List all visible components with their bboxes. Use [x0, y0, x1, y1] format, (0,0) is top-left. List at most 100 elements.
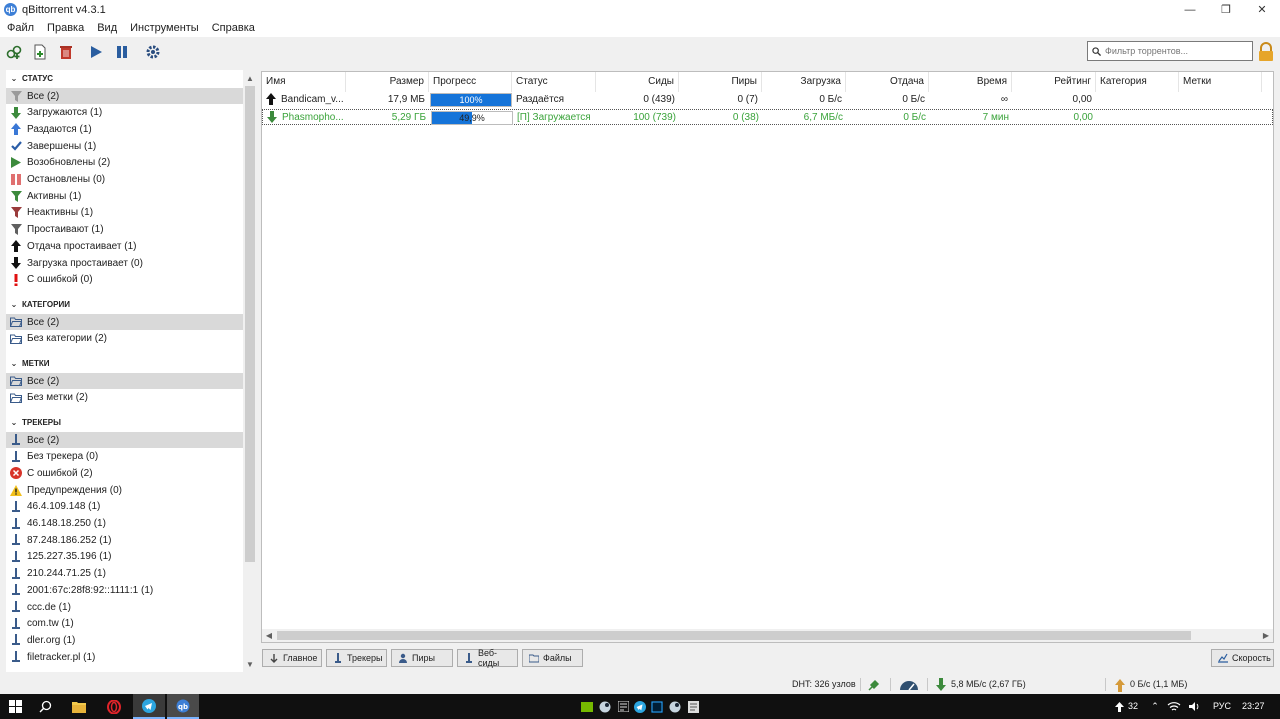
close-button[interactable]: ✕: [1244, 0, 1280, 19]
tag-filter-item[interactable]: Все (2): [6, 373, 243, 389]
tracker-filter-item[interactable]: Без трекера (0): [6, 449, 243, 465]
tag-filter-item[interactable]: Без метки (2): [6, 390, 243, 406]
status-filter-item[interactable]: Активны (1): [6, 188, 243, 204]
tracker-filter-item[interactable]: ccc.de (1): [6, 599, 243, 615]
column-progress[interactable]: Прогресс: [429, 72, 512, 92]
resume-button[interactable]: [86, 42, 106, 62]
taskbar-opera[interactable]: [99, 694, 129, 719]
tray-nvidia-icon[interactable]: [578, 694, 596, 719]
tab-general[interactable]: Главное: [262, 649, 322, 667]
categories-section-header[interactable]: ⌄ КАТЕГОРИИ: [6, 296, 243, 312]
column-download[interactable]: Загрузка: [762, 72, 846, 92]
trackers-section-header[interactable]: ⌄ ТРЕКЕРЫ: [6, 414, 243, 430]
menu-edit[interactable]: Правка: [40, 22, 90, 34]
taskbar-qbittorrent[interactable]: qb: [167, 694, 199, 719]
table-horizontal-scrollbar[interactable]: ◀ ▶: [262, 629, 1273, 642]
add-torrent-link-button[interactable]: [4, 42, 24, 62]
status-filter-item[interactable]: Все (2): [6, 88, 243, 104]
sidebar-scroll-thumb[interactable]: [245, 86, 255, 562]
tray-clock[interactable]: 23:27: [1242, 694, 1265, 719]
status-filter-item[interactable]: Возобновлены (2): [6, 155, 243, 171]
menu-file[interactable]: Файл: [0, 22, 40, 34]
tray-notes-icon[interactable]: [684, 694, 702, 719]
column-category[interactable]: Категория: [1096, 72, 1179, 92]
taskbar-telegram[interactable]: [133, 694, 165, 719]
connection-status-icon[interactable]: [867, 678, 881, 692]
tracker-filter-item[interactable]: 46.4.109.148 (1): [6, 499, 243, 515]
tray-language[interactable]: РУС: [1213, 694, 1231, 719]
tracker-filter-item[interactable]: 125.227.35.196 (1): [6, 549, 243, 565]
tab-trackers[interactable]: Трекеры: [326, 649, 387, 667]
lock-button[interactable]: [1257, 42, 1275, 62]
taskbar-explorer[interactable]: [64, 694, 94, 719]
add-torrent-file-button[interactable]: [30, 42, 50, 62]
tab-files[interactable]: Файлы: [522, 649, 583, 667]
pause-button[interactable]: [112, 42, 132, 62]
status-filter-item[interactable]: Отдача простаивает (1): [6, 238, 243, 254]
column-status[interactable]: Статус: [512, 72, 596, 92]
column-name[interactable]: Имя: [262, 72, 346, 92]
category-filter-item[interactable]: Без категории (2): [6, 331, 243, 347]
torrent-row[interactable]: Phasmopho... 5,29 ГБ 49,9% [П] Загружается 1…: [262, 109, 1273, 125]
column-size[interactable]: Размер: [346, 72, 429, 92]
tracker-filter-item[interactable]: com.tw (1): [6, 616, 243, 632]
scroll-right-icon[interactable]: ▶: [1261, 629, 1271, 641]
status-filter-item[interactable]: Загружаются (1): [6, 105, 243, 121]
tray-volume-icon[interactable]: [1186, 694, 1202, 719]
tracker-filter-item[interactable]: С ошибкой (2): [6, 465, 243, 481]
menu-help[interactable]: Справка: [205, 22, 261, 34]
column-seeds[interactable]: Сиды: [596, 72, 679, 92]
menu-view[interactable]: Вид: [90, 22, 123, 34]
tray-telegram-icon[interactable]: [631, 694, 649, 719]
speed-limit-icon[interactable]: [899, 679, 919, 691]
tray-upload-icon[interactable]: [1112, 694, 1126, 719]
tracker-filter-item[interactable]: Предупреждения (0): [6, 482, 243, 498]
torrent-row[interactable]: Bandicam_v... 17,9 МБ 100% Раздаётся 0 (439)…: [262, 92, 1273, 108]
tray-photoshop-icon[interactable]: [648, 694, 666, 719]
menu-tools[interactable]: Инструменты: [123, 22, 205, 34]
tracker-filter-item[interactable]: Все (2): [6, 432, 243, 448]
status-filter-item[interactable]: Раздаются (1): [6, 121, 243, 137]
tray-steam-icon[interactable]: [666, 694, 684, 719]
category-filter-item[interactable]: Все (2): [6, 314, 243, 330]
tracker-filter-item[interactable]: dler.org (1): [6, 632, 243, 648]
tab-webseeds[interactable]: Веб-сиды: [457, 648, 518, 668]
status-filter-item[interactable]: Остановлены (0): [6, 172, 243, 188]
tray-network-icon[interactable]: [1166, 694, 1182, 719]
start-button[interactable]: [0, 694, 30, 719]
tracker-filter-item[interactable]: 2001:67c:28f8:92::1111:1 (1): [6, 582, 243, 598]
options-button[interactable]: [143, 42, 163, 62]
tray-steam-icon[interactable]: [596, 694, 614, 719]
tray-app-icon[interactable]: [614, 694, 632, 719]
tags-section-header[interactable]: ⌄ МЕТКИ: [6, 355, 243, 371]
tab-speed[interactable]: Скорость: [1211, 649, 1274, 667]
status-section-header[interactable]: ⌄ СТАТУС: [6, 70, 243, 86]
status-filter-item[interactable]: Простаивают (1): [6, 222, 243, 238]
scroll-up-icon[interactable]: ▲: [245, 72, 255, 84]
maximize-button[interactable]: ❐: [1208, 0, 1244, 19]
tracker-filter-item[interactable]: 87.248.186.252 (1): [6, 532, 243, 548]
column-ratio[interactable]: Рейтинг: [1012, 72, 1096, 92]
taskbar-search-button[interactable]: [31, 694, 59, 719]
status-filter-item[interactable]: Завершены (1): [6, 138, 243, 154]
minimize-button[interactable]: —: [1172, 0, 1208, 19]
scroll-left-icon[interactable]: ◀: [264, 629, 274, 641]
torrent-filter-field[interactable]: [1087, 41, 1253, 61]
tray-chevron-icon[interactable]: ⌃: [1148, 694, 1162, 719]
scroll-down-icon[interactable]: ▼: [245, 658, 255, 670]
delete-torrent-button[interactable]: [56, 42, 76, 62]
sidebar-scrollbar[interactable]: ▲ ▼: [243, 70, 256, 672]
tab-peers[interactable]: Пиры: [391, 649, 453, 667]
column-peers[interactable]: Пиры: [679, 72, 762, 92]
column-eta[interactable]: Время: [929, 72, 1012, 92]
tracker-filter-item[interactable]: 210.244.71.25 (1): [6, 566, 243, 582]
status-filter-item[interactable]: Загрузка простаивает (0): [6, 255, 243, 271]
filter-input[interactable]: [1105, 46, 1245, 56]
column-upload[interactable]: Отдача: [846, 72, 929, 92]
tracker-filter-item[interactable]: filetracker.pl (1): [6, 649, 243, 665]
status-filter-item[interactable]: С ошибкой (0): [6, 272, 243, 288]
table-scroll-thumb[interactable]: [277, 631, 1191, 640]
column-tags[interactable]: Метки: [1179, 72, 1262, 92]
tracker-filter-item[interactable]: 46.148.18.250 (1): [6, 516, 243, 532]
status-filter-item[interactable]: Неактивны (1): [6, 205, 243, 221]
